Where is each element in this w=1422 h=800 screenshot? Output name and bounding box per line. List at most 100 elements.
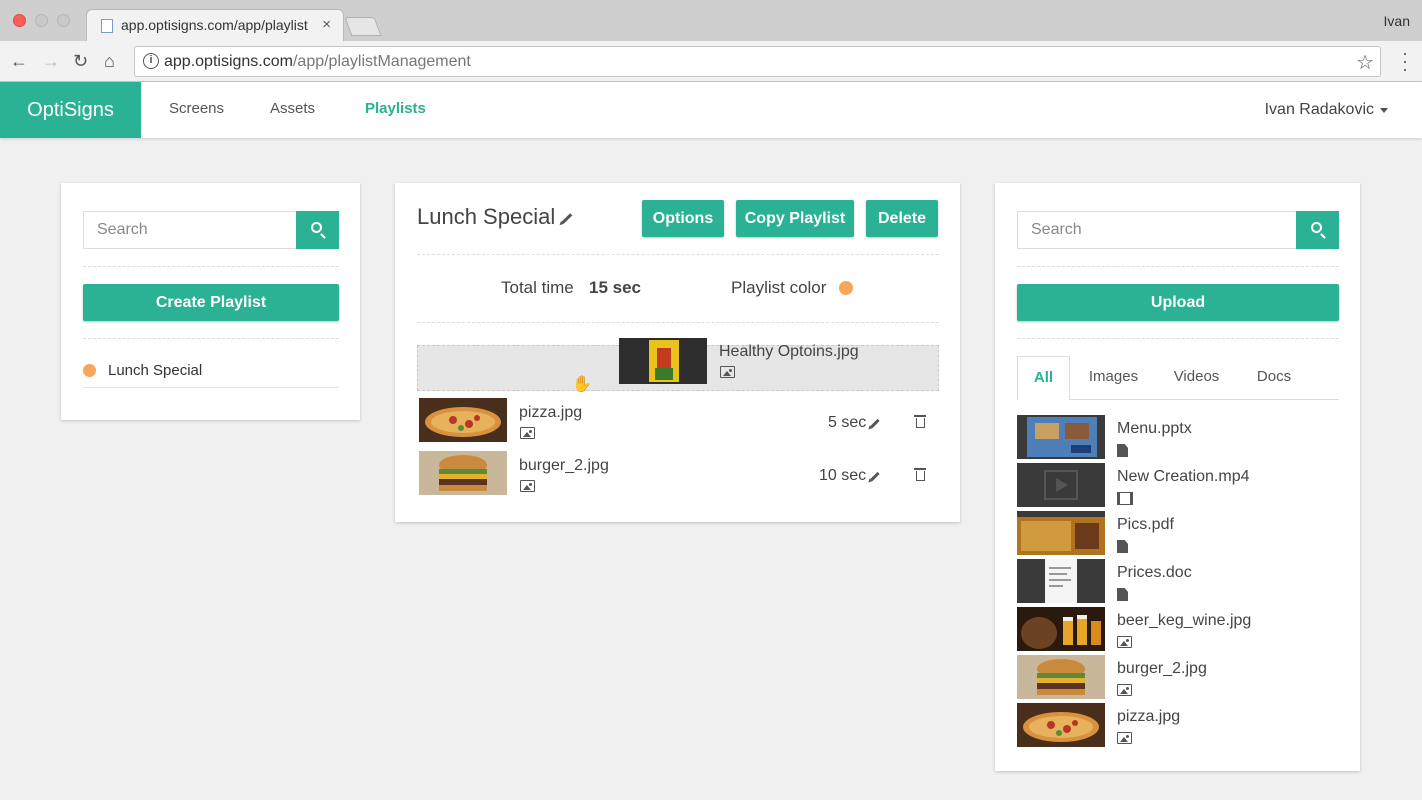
divider bbox=[1017, 266, 1339, 267]
tab-close-icon[interactable]: × bbox=[322, 16, 331, 33]
edit-duration-pencil-icon[interactable] bbox=[870, 471, 880, 482]
image-icon bbox=[1117, 636, 1132, 648]
asset-search-button[interactable] bbox=[1296, 211, 1339, 249]
create-playlist-button[interactable]: Create Playlist bbox=[83, 284, 339, 321]
poster-image bbox=[619, 338, 707, 384]
asset-filter-tabs: All Images Videos Docs bbox=[1017, 356, 1339, 401]
grab-cursor-icon: ✋ bbox=[572, 376, 592, 393]
playlist-search-button[interactable] bbox=[296, 211, 339, 249]
pizza-image bbox=[419, 398, 507, 442]
playlist-color-label: Playlist color bbox=[731, 278, 827, 297]
item-name: burger_2.jpg bbox=[519, 457, 609, 474]
doc-icon bbox=[1117, 444, 1128, 457]
browser-tabstrip: app.optisigns.com/app/playlist × Ivan bbox=[0, 0, 1422, 41]
divider bbox=[83, 387, 339, 388]
playlist-title: Lunch Special bbox=[417, 204, 556, 229]
maximize-window-button[interactable] bbox=[57, 14, 70, 27]
nav-screens[interactable]: Screens bbox=[169, 100, 224, 117]
playlist-color-dot bbox=[83, 364, 96, 377]
tab-docs[interactable]: Docs bbox=[1241, 356, 1307, 400]
image-icon bbox=[1117, 684, 1132, 696]
asset-name: burger_2.jpg bbox=[1117, 660, 1207, 677]
bookmark-star-icon[interactable]: ☆ bbox=[1356, 50, 1374, 75]
user-menu[interactable]: Ivan Radakovic bbox=[1265, 101, 1374, 119]
edit-title-pencil-icon[interactable] bbox=[561, 213, 573, 224]
divider bbox=[417, 254, 939, 255]
asset-thumbnail bbox=[1017, 415, 1105, 459]
asset-thumbnail bbox=[1017, 655, 1105, 699]
asset-thumbnail bbox=[1017, 607, 1105, 651]
options-button[interactable]: Options bbox=[642, 200, 724, 237]
video-placeholder-image bbox=[1017, 463, 1105, 507]
tab-videos[interactable]: Videos bbox=[1160, 356, 1233, 400]
upload-button[interactable]: Upload bbox=[1017, 284, 1339, 321]
dragging-thumbnail[interactable] bbox=[619, 338, 707, 384]
close-window-button[interactable] bbox=[13, 14, 26, 27]
tab-all[interactable]: All bbox=[1017, 356, 1070, 401]
total-time-label: Total time bbox=[501, 278, 574, 297]
trash-icon[interactable] bbox=[914, 415, 926, 428]
tab-images[interactable]: Images bbox=[1077, 356, 1150, 400]
asset-name: beer_keg_wine.jpg bbox=[1117, 612, 1252, 629]
asset-name: Prices.doc bbox=[1117, 564, 1192, 581]
copy-playlist-button[interactable]: Copy Playlist bbox=[736, 200, 854, 237]
trash-icon[interactable] bbox=[914, 468, 926, 481]
forward-arrow-icon[interactable]: → bbox=[42, 50, 60, 72]
playlist-editor-panel: Lunch Special Options Copy Playlist Dele… bbox=[395, 183, 960, 522]
delete-button[interactable]: Delete bbox=[866, 200, 938, 237]
home-icon[interactable]: ⌂ bbox=[104, 50, 115, 72]
nav-assets[interactable]: Assets bbox=[270, 100, 315, 117]
info-icon[interactable]: i bbox=[143, 53, 159, 69]
nav-playlists[interactable]: Playlists bbox=[365, 100, 426, 117]
page-favicon-icon bbox=[101, 19, 113, 33]
url-path: /app/playlistManagement bbox=[292, 53, 471, 70]
item-duration[interactable]: 10 sec bbox=[819, 467, 866, 485]
asset-thumbnail bbox=[1017, 703, 1105, 747]
browser-profile[interactable]: Ivan bbox=[1384, 13, 1410, 29]
asset-search-input[interactable] bbox=[1018, 212, 1296, 248]
image-icon bbox=[520, 427, 535, 439]
divider bbox=[417, 322, 939, 323]
item-duration[interactable]: 5 sec bbox=[828, 414, 866, 432]
asset-thumbnail bbox=[1017, 559, 1105, 603]
playlist-search-input[interactable] bbox=[84, 212, 296, 248]
image-icon bbox=[1117, 732, 1132, 744]
playlist-name[interactable]: Lunch Special bbox=[108, 362, 202, 379]
new-tab-button[interactable] bbox=[344, 17, 382, 36]
edit-duration-pencil-icon[interactable] bbox=[870, 418, 880, 429]
asset-name: Pics.pdf bbox=[1117, 516, 1174, 533]
divider bbox=[1017, 338, 1339, 339]
divider bbox=[83, 338, 339, 339]
url-text[interactable]: app.optisigns.com/app/playlistManagement bbox=[164, 53, 471, 71]
playlist-list-panel: Create Playlist Lunch Special bbox=[61, 183, 360, 420]
asset-name: pizza.jpg bbox=[1117, 708, 1181, 725]
pizza-image bbox=[1017, 703, 1105, 747]
presentation-image bbox=[1017, 415, 1105, 459]
browser-menu-icon[interactable]: · · · bbox=[1402, 44, 1408, 78]
back-arrow-icon[interactable]: ← bbox=[10, 50, 28, 72]
address-bar[interactable]: i app.optisigns.com/app/playlistManageme… bbox=[134, 46, 1381, 77]
chevron-down-icon[interactable] bbox=[1380, 108, 1388, 113]
minimize-window-button[interactable] bbox=[35, 14, 48, 27]
app-navbar: OptiSigns Screens Assets Playlists Ivan … bbox=[0, 82, 1422, 138]
browser-toolbar: ← → ↻ ⌂ i app.optisigns.com/app/playlist… bbox=[0, 41, 1422, 82]
image-icon bbox=[520, 480, 535, 492]
film-icon bbox=[1117, 492, 1133, 505]
document-preview-image bbox=[1017, 559, 1105, 603]
asset-name: Menu.pptx bbox=[1117, 420, 1192, 437]
item-thumbnail bbox=[419, 451, 507, 495]
browser-tab[interactable]: app.optisigns.com/app/playlist × bbox=[86, 9, 344, 41]
asset-search-field[interactable] bbox=[1017, 211, 1297, 249]
asset-library-panel: Upload All Images Videos Docs Menu.pptx … bbox=[995, 183, 1360, 771]
dragging-item-name: Healthy Optoins.jpg bbox=[719, 343, 859, 360]
drop-placeholder[interactable]: Healthy Optoins.jpg ✋ bbox=[417, 338, 939, 393]
pdf-preview-image bbox=[1017, 511, 1105, 555]
playlist-color-swatch[interactable] bbox=[839, 281, 853, 295]
playlist-search-field[interactable] bbox=[83, 211, 297, 249]
url-host: app.optisigns.com bbox=[164, 53, 293, 70]
reload-icon[interactable]: ↻ bbox=[73, 50, 88, 72]
brand-logo[interactable]: OptiSigns bbox=[0, 82, 141, 138]
tab-title: app.optisigns.com/app/playlist bbox=[121, 17, 308, 33]
search-icon bbox=[311, 222, 322, 233]
beer-keg-image bbox=[1017, 607, 1105, 651]
